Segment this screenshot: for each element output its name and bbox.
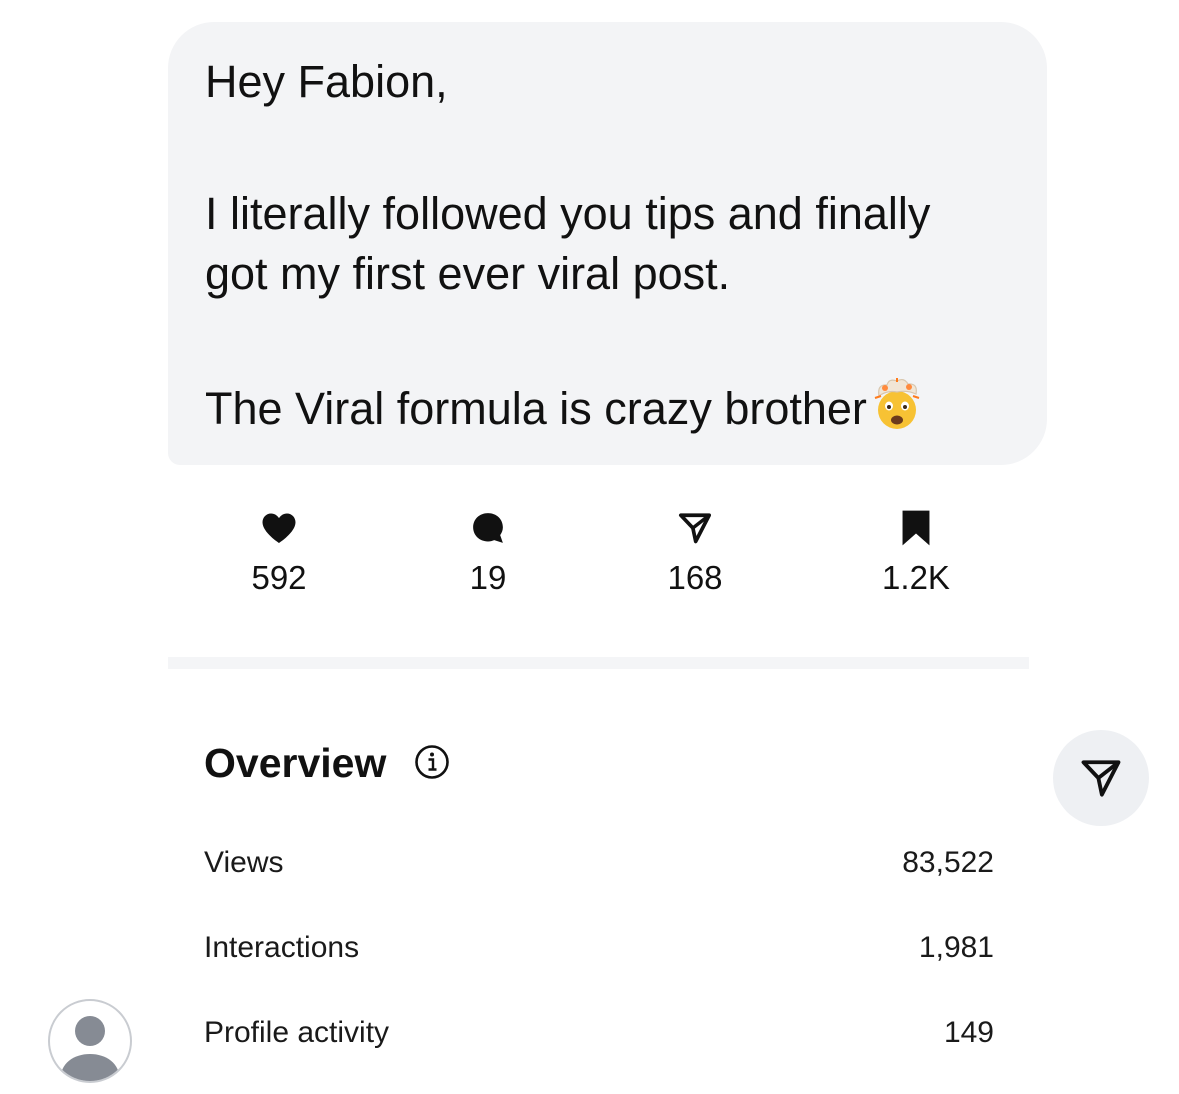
comments-count: 19 — [469, 559, 507, 596]
profile-activity-value: 149 — [943, 1016, 994, 1049]
interactions-row[interactable]: Interactions 1,981 — [204, 928, 994, 968]
comments-stat[interactable]: 19 — [408, 508, 568, 598]
exploding-head-emoji-icon — [874, 378, 920, 429]
saves-count: 1.2K — [882, 559, 950, 596]
likes-stat[interactable]: 592 — [199, 508, 359, 598]
message-bubble: Hey Fabion, I literally followed you tip… — [168, 22, 1047, 465]
send-icon — [1081, 760, 1121, 797]
views-label: Views — [204, 846, 284, 879]
profile-activity-row[interactable]: Profile activity 149 — [204, 1013, 994, 1053]
saves-stat[interactable]: 1.2K — [836, 508, 996, 598]
avatar[interactable] — [48, 999, 132, 1083]
message-line-1: I literally followed you tips and finall… — [205, 188, 931, 239]
section-divider — [168, 657, 1029, 669]
views-row[interactable]: Views 83,522 — [204, 843, 994, 883]
views-value: 83,522 — [902, 846, 994, 879]
comment-bubble-icon — [468, 508, 508, 548]
message-greeting: Hey Fabion, — [205, 56, 448, 107]
message-line-3: The Viral formula is crazy brother — [205, 376, 1011, 439]
heart-icon — [259, 508, 299, 548]
default-avatar-icon — [60, 1016, 120, 1081]
interactions-value: 1,981 — [918, 931, 994, 964]
overview-title: Overview — [204, 740, 387, 786]
post-insights-screen: Hey Fabion, I literally followed you tip… — [0, 0, 1179, 1094]
profile-activity-label: Profile activity — [204, 1016, 390, 1049]
send-button[interactable] — [1053, 730, 1149, 826]
bookmark-icon — [896, 508, 936, 548]
likes-count: 592 — [251, 559, 307, 596]
message-line-2: got my first ever viral post. — [205, 248, 731, 299]
shares-stat[interactable]: 168 — [615, 508, 775, 598]
message-line-3-text: The Viral formula is crazy brother — [205, 383, 867, 434]
shares-count: 168 — [667, 559, 723, 596]
info-icon[interactable] — [414, 744, 450, 780]
interactions-label: Interactions — [204, 931, 360, 964]
engagement-stats: 592 19 168 1.2K — [0, 508, 1179, 608]
send-icon — [675, 508, 715, 548]
